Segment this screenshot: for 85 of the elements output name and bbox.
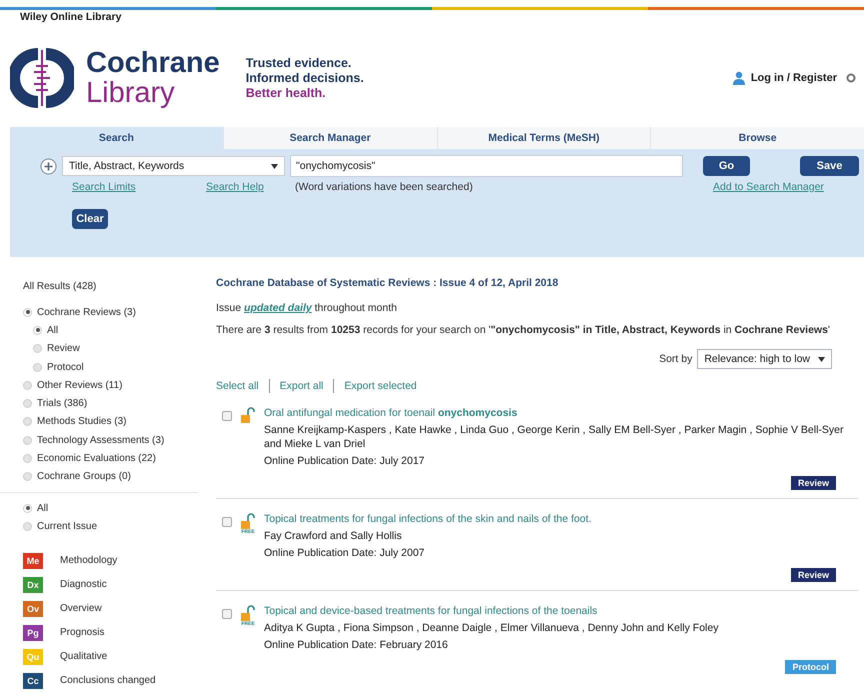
- legend-label: Diagnostic: [60, 579, 107, 590]
- legend-tag: Cc: [23, 672, 43, 689]
- open-lock-icon: [241, 513, 255, 529]
- legend-tag: Me: [23, 552, 43, 569]
- go-button[interactable]: Go: [703, 156, 750, 176]
- legend-label: Prognosis: [60, 627, 104, 638]
- result-authors: Fay Crawford and Sally Hollis: [264, 529, 403, 543]
- add-icon[interactable]: [40, 158, 57, 174]
- radio-label: Technology Assessments (3): [37, 434, 164, 446]
- tab[interactable]: Search Manager: [222, 127, 436, 149]
- tab[interactable]: Medical Terms (MeSH): [436, 127, 650, 149]
- field-dropdown[interactable]: Title, Abstract, Keywords: [62, 156, 285, 176]
- results-summary: There are 3 results from 10253 records for your search on '"onychomycosis" in Title, Abstract, Keywords in Cochrane Reviews': [216, 325, 831, 336]
- legend-tag: Dx: [23, 576, 43, 593]
- radio-button[interactable]: [23, 504, 32, 513]
- publication-date: Online Publication Date: July 2017: [264, 455, 426, 467]
- radio-label: Cochrane Reviews (3): [37, 306, 136, 318]
- save-button[interactable]: Save: [800, 156, 859, 176]
- radio-label: Current Issue: [37, 520, 98, 532]
- legend-label: Overview: [60, 603, 102, 614]
- radio-label: All: [37, 502, 48, 514]
- radio-label: Economic Evaluations (22): [37, 453, 156, 464]
- sort-dropdown[interactable]: Relevance: high to low: [697, 349, 832, 369]
- result-title-link[interactable]: Oral antifungal medication for toenail onychomycosis: [264, 407, 858, 419]
- caret-icon: [271, 164, 278, 168]
- result-checkbox[interactable]: [222, 411, 232, 421]
- result-title-link[interactable]: Topical treatments for fungal infections of the skin and nails of the foot.: [264, 513, 858, 525]
- user-icon: [732, 71, 746, 85]
- radio-button[interactable]: [33, 326, 42, 335]
- radio-button[interactable]: [23, 399, 32, 408]
- legend-label: Qualitative: [60, 651, 108, 662]
- caret-icon: [818, 356, 825, 362]
- radio-button[interactable]: [23, 472, 32, 482]
- radio-button[interactable]: [23, 308, 32, 317]
- tagline-line: Better health.: [246, 86, 327, 100]
- result-action-link[interactable]: Export all: [280, 380, 324, 392]
- result-action-link[interactable]: Export selected: [344, 380, 417, 392]
- tagline-line: Trusted evidence.: [246, 56, 352, 70]
- legend-tag: Pg: [23, 624, 43, 641]
- database-heading: Cochrane Database of Systematic Reviews : Issue 4 of 12, April 2018: [216, 277, 560, 289]
- radio-label: Methods Studies (3): [37, 416, 126, 428]
- radio-button[interactable]: [23, 522, 32, 531]
- type-badge: Review: [790, 568, 836, 582]
- tagline-line: Informed decisions.: [246, 70, 364, 86]
- tab[interactable]: Browse: [650, 127, 864, 149]
- radio-label: Protocol: [47, 362, 84, 373]
- result-authors: Sanne Kreijkamp-Kaspers , Kate Hawke , Linda Guo , George Kerin , Sally EM Bell-Syer , Parker Magin , Sophie V Bell-Syer and Mieke L van Driel: [264, 423, 845, 451]
- radio-label: Trials (386): [37, 398, 88, 410]
- radio-button[interactable]: [23, 417, 32, 426]
- radio-label: Review: [47, 343, 80, 354]
- publication-date: Online Publication Date: February 2016: [264, 639, 449, 651]
- result-title-link[interactable]: Topical and device-based treatments for fungal infections of the toenails: [264, 605, 858, 617]
- radio-label: All: [47, 324, 58, 336]
- publication-date: Online Publication Date: July 2007: [264, 547, 426, 559]
- search-field[interactable]: "onychomycosis": [290, 155, 683, 177]
- radio-button[interactable]: [33, 344, 42, 354]
- search-note: (Word variations have been searched): [295, 181, 474, 193]
- legend-tag: Ov: [23, 600, 43, 617]
- open-lock-icon: [241, 605, 255, 621]
- radio-button[interactable]: [23, 454, 32, 464]
- radio-label: Cochrane Groups (0): [37, 471, 131, 482]
- logo-title: Cochrane: [86, 48, 220, 78]
- settings-icon[interactable]: [846, 73, 856, 83]
- logo-subtitle: Library: [86, 78, 176, 108]
- updated-daily-link[interactable]: updated daily: [244, 302, 312, 314]
- legend-tag: Qu: [23, 648, 43, 665]
- legend-label: Methodology: [60, 555, 118, 566]
- radio-button[interactable]: [23, 436, 32, 445]
- type-badge: Protocol: [785, 660, 836, 674]
- clear-button[interactable]: Clear: [72, 209, 108, 229]
- result-action-link[interactable]: Select all: [216, 380, 259, 392]
- all-results-link[interactable]: All Results (428): [23, 281, 206, 303]
- radio-button[interactable]: [23, 380, 32, 390]
- legend-label: Conclusions changed: [60, 675, 156, 686]
- result-checkbox[interactable]: [222, 609, 232, 619]
- login-link[interactable]: Log in / Register: [750, 72, 837, 84]
- result-authors: Aditya K Gupta , Fiona Simpson , Deanne Daigle , Elmer Villanueva , Denny John and Kelly Foley: [264, 621, 720, 635]
- result-checkbox[interactable]: [222, 517, 232, 527]
- issue-note: Issue updated daily throughout month: [216, 302, 398, 314]
- sort-label: Sort by: [659, 353, 692, 365]
- site-brand[interactable]: Wiley Online Library: [0, 10, 864, 29]
- open-lock-icon: [241, 407, 255, 423]
- radio-label: Other Reviews (11): [37, 380, 122, 391]
- radio-button[interactable]: [33, 362, 42, 372]
- type-badge: Review: [790, 476, 836, 490]
